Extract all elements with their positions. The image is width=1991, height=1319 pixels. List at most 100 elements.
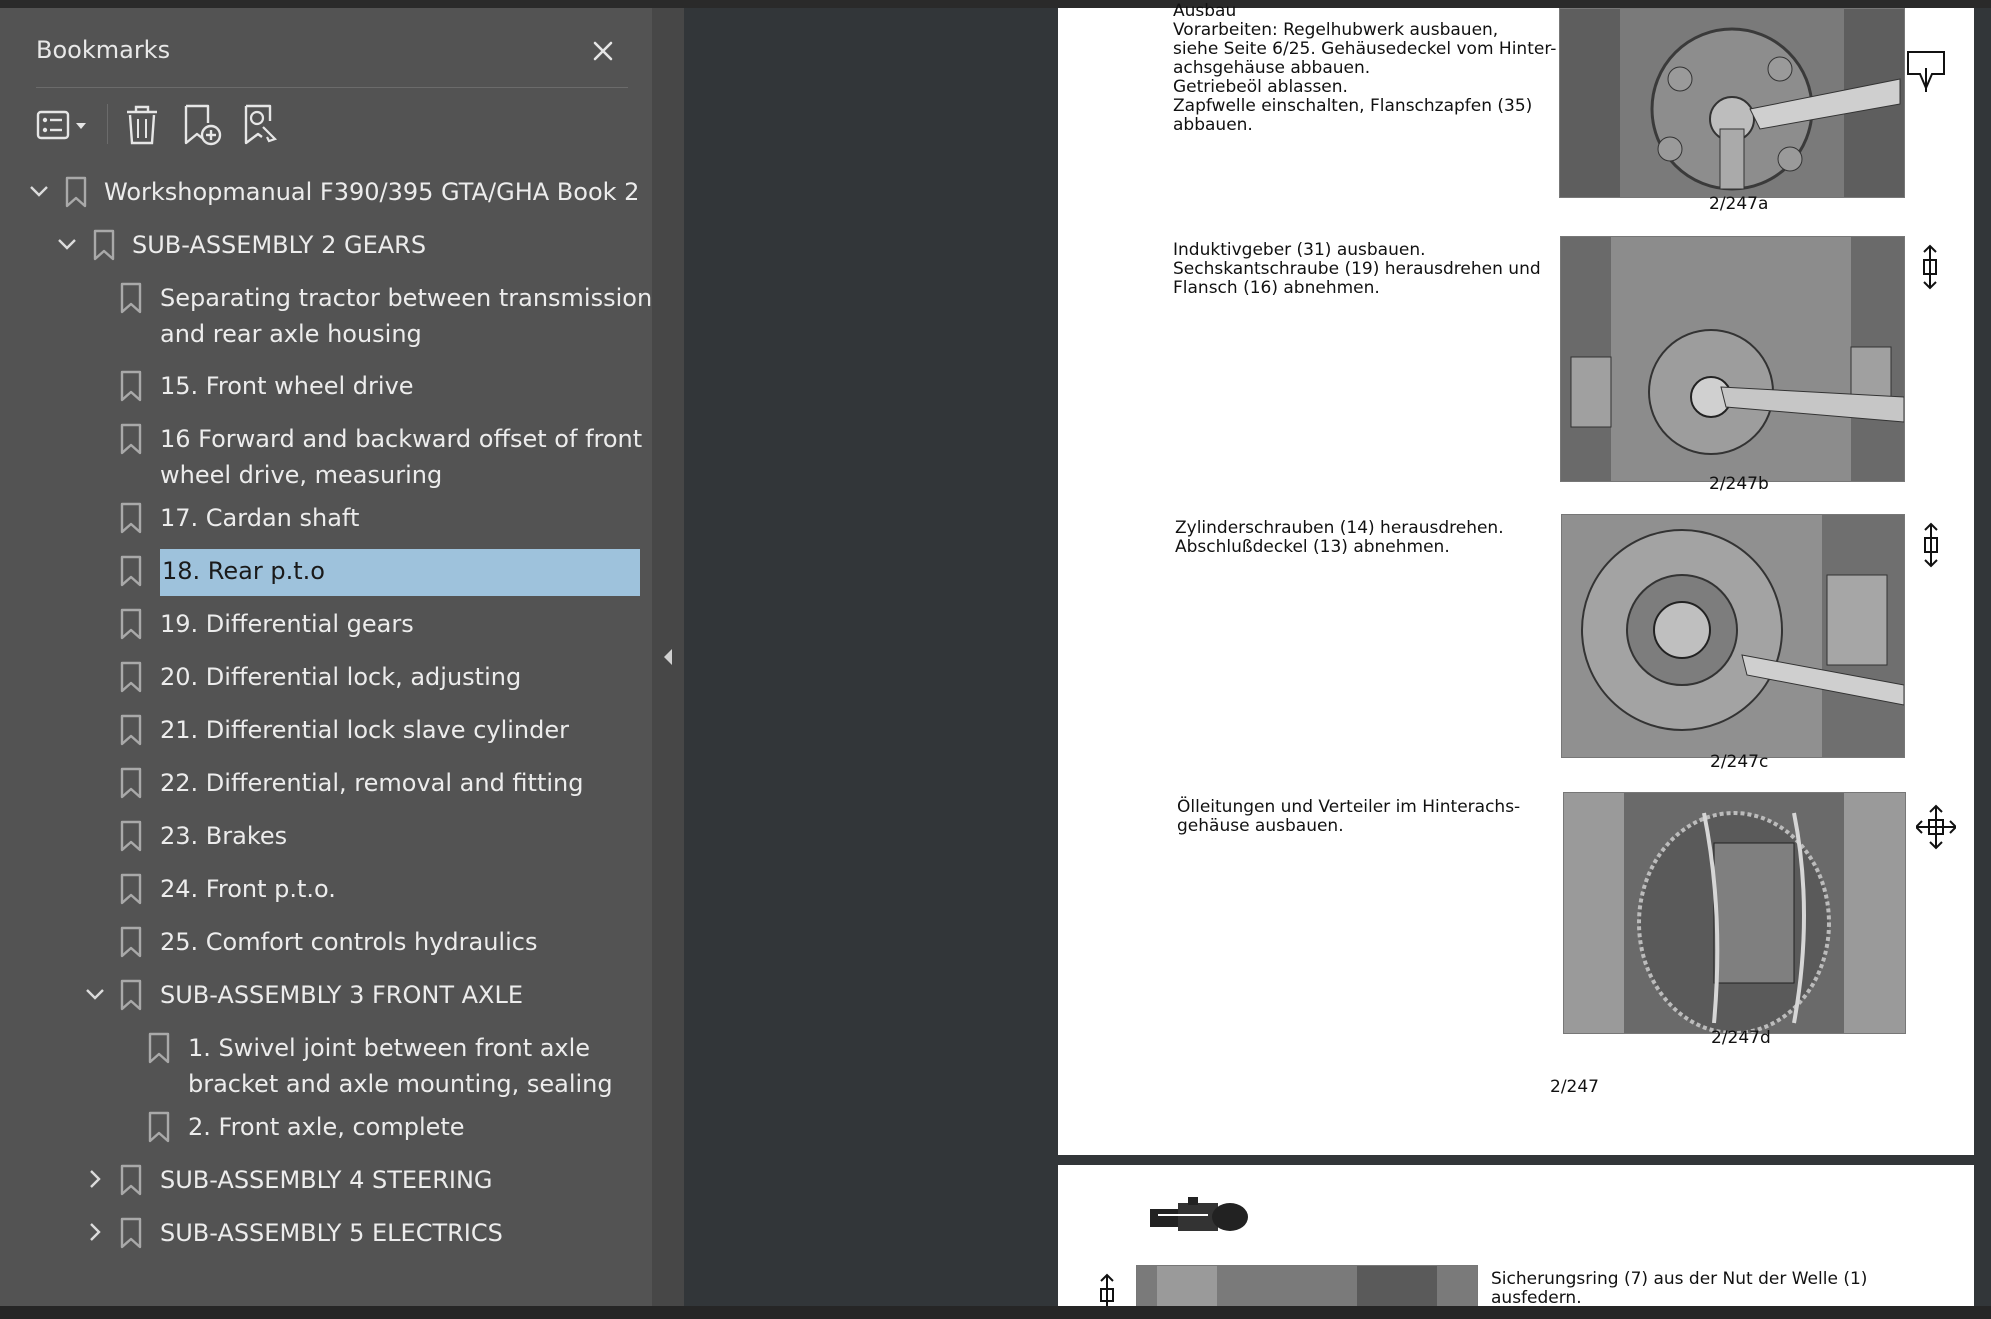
bookmark-label: 15. Front wheel drive	[160, 372, 414, 400]
bookmark-label: 1. Swivel joint between front axle	[188, 1034, 591, 1062]
add-bookmark-button[interactable]	[180, 100, 224, 150]
toolbar-separator	[107, 104, 108, 144]
bookmark-icon	[93, 229, 115, 261]
delete-bookmark-button[interactable]	[120, 100, 164, 150]
bookmark-label: Workshopmanual F390/395 GTA/GHA Book 2	[104, 178, 640, 206]
chevron-down-icon[interactable]	[26, 178, 52, 204]
bookmark-offset-measuring[interactable]: 16 Forward and backward offset of front …	[0, 421, 652, 493]
bookmark-label: 23. Brakes	[160, 822, 288, 850]
bookmark-icon	[120, 608, 142, 640]
window-bottom-bar	[0, 1306, 1991, 1319]
bookmark-sub-assembly-4[interactable]: SUB-ASSEMBLY 4 STEERING	[0, 1162, 652, 1198]
vertical-arrows-marker-icon	[1924, 522, 1938, 568]
chevron-down-icon[interactable]	[82, 981, 108, 1007]
options-menu-button[interactable]	[34, 100, 94, 150]
bookmark-separating-tractor[interactable]: Separating tractor between transmission …	[0, 280, 652, 352]
bookmark-label: and rear axle housing	[160, 320, 422, 348]
collapse-panel-button[interactable]	[660, 646, 676, 668]
bookmark-label: bracket and axle mounting, sealing	[188, 1070, 613, 1098]
bookmarks-panel: Bookmarks Workshopmanual F390/395 GTA/GH…	[0, 8, 652, 1306]
bookmark-label: wheel drive, measuring	[160, 461, 443, 489]
bookmark-label: 2. Front axle, complete	[188, 1113, 465, 1141]
instruction-text: Induktivgeber (31) ausbauen. Sechskantsc…	[1173, 240, 1541, 298]
chevron-right-icon[interactable]	[82, 1219, 108, 1245]
bookmark-icon	[120, 661, 142, 693]
instruction-text: Ausbau Vorarbeiten: Regelhubwerk ausbaue…	[1173, 1, 1557, 135]
bookmark-icon	[120, 1217, 142, 1249]
arrow-up-marker-icon	[1100, 1273, 1114, 1306]
bookmark-sub-assembly-3[interactable]: SUB-ASSEMBLY 3 FRONT AXLE	[0, 977, 652, 1013]
bookmark-search-icon	[244, 104, 278, 145]
bookmark-cardan-shaft[interactable]: 17. Cardan shaft	[0, 500, 652, 536]
bookmark-icon	[120, 423, 142, 455]
four-way-arrows-marker-icon	[1916, 804, 1956, 850]
bookmark-label: SUB-ASSEMBLY 4 STEERING	[160, 1166, 493, 1194]
bookmark-label: 24. Front p.t.o.	[160, 875, 336, 903]
bookmark-label: 21. Differential lock slave cylinder	[160, 716, 570, 744]
bookmark-icon	[65, 176, 87, 208]
bookmark-sub-assembly-5[interactable]: SUB-ASSEMBLY 5 ELECTRICS	[0, 1215, 652, 1251]
bookmark-icon	[148, 1111, 170, 1143]
bookmark-label: 17. Cardan shaft	[160, 504, 360, 532]
bookmark-icon	[120, 820, 142, 852]
bookmark-differential-lock[interactable]: 20. Differential lock, adjusting	[0, 659, 652, 695]
bookmark-icon	[120, 1164, 142, 1196]
bookmark-add-icon	[184, 104, 222, 146]
bookmark-front-axle-complete[interactable]: 2. Front axle, complete	[0, 1109, 652, 1145]
window-top-bar	[0, 0, 1991, 8]
chevron-right-icon[interactable]	[82, 1166, 108, 1192]
photo-2-247a	[1559, 8, 1905, 198]
bookmark-root[interactable]: Workshopmanual F390/395 GTA/GHA Book 2	[0, 174, 652, 210]
close-button[interactable]	[586, 34, 620, 68]
bookmark-rear-pto[interactable]: 18. Rear p.t.o	[0, 549, 652, 596]
instruction-text: Sicherungsring (7) aus der Nut der Welle…	[1491, 1269, 1868, 1307]
photo-2-247b	[1560, 236, 1905, 482]
bookmark-icon	[120, 979, 142, 1011]
figure-caption: 2/247c	[1710, 752, 1769, 772]
tractor-part-icon	[1150, 1197, 1248, 1231]
bookmark-sub-assembly-2[interactable]: SUB-ASSEMBLY 2 GEARS	[0, 227, 652, 263]
list-options-icon	[36, 110, 86, 140]
bookmark-icon	[120, 714, 142, 746]
chevron-down-icon[interactable]	[54, 231, 80, 257]
bookmark-comfort-controls[interactable]: 25. Comfort controls hydraulics	[0, 924, 652, 960]
trash-icon	[127, 105, 157, 145]
triangle-left-icon	[664, 649, 672, 665]
bookmark-icon	[148, 1032, 170, 1064]
bookmark-icon	[120, 282, 142, 314]
photo-next	[1136, 1265, 1478, 1306]
bookmark-label: 18. Rear p.t.o	[162, 557, 325, 585]
bookmark-differential-removal[interactable]: 22. Differential, removal and fitting	[0, 765, 652, 801]
figure-caption: 2/247b	[1709, 474, 1769, 494]
bookmark-label: SUB-ASSEMBLY 2 GEARS	[132, 231, 427, 259]
arrow-down-marker-icon	[1907, 51, 1945, 92]
bookmark-front-wheel-drive[interactable]: 15. Front wheel drive	[0, 368, 652, 404]
bookmark-label: SUB-ASSEMBLY 3 FRONT AXLE	[160, 981, 523, 1009]
photo-2-247d	[1563, 792, 1906, 1034]
photo-2-247c	[1561, 514, 1905, 758]
figure-caption: 2/247a	[1709, 194, 1769, 214]
bookmark-label: 16 Forward and backward offset of front	[160, 425, 643, 453]
bookmark-icon	[120, 767, 142, 799]
bookmark-front-pto[interactable]: 24. Front p.t.o.	[0, 871, 652, 907]
document-page-next: Sicherungsring (7) aus der Nut der Welle…	[1058, 1165, 1974, 1306]
bookmark-label: Separating tractor between transmission	[160, 284, 653, 312]
bookmark-brakes[interactable]: 23. Brakes	[0, 818, 652, 854]
bookmark-differential-gears[interactable]: 19. Differential gears	[0, 606, 652, 642]
bookmark-label: 20. Differential lock, adjusting	[160, 663, 522, 691]
instruction-text: Zylinderschrauben (14) herausdrehen. Abs…	[1175, 518, 1504, 557]
bookmark-label: 19. Differential gears	[160, 610, 414, 638]
bookmark-swivel-joint[interactable]: 1. Swivel joint between front axle brack…	[0, 1030, 652, 1102]
close-icon	[593, 41, 613, 61]
bookmark-icon	[120, 926, 142, 958]
instruction-text: Ölleitungen und Verteiler im Hinterachs-…	[1177, 797, 1521, 836]
panel-divider	[36, 87, 628, 88]
document-page: Ausbau Vorarbeiten: Regelhubwerk ausbaue…	[1058, 2, 1974, 1155]
bookmark-label: 25. Comfort controls hydraulics	[160, 928, 538, 956]
page-number: 2/247	[1550, 1077, 1599, 1097]
bookmark-label: SUB-ASSEMBLY 5 ELECTRICS	[160, 1219, 503, 1247]
find-bookmark-button[interactable]	[240, 100, 284, 150]
panel-title: Bookmarks	[36, 36, 171, 64]
bookmark-icon	[120, 370, 142, 402]
bookmark-slave-cylinder[interactable]: 21. Differential lock slave cylinder	[0, 712, 652, 748]
